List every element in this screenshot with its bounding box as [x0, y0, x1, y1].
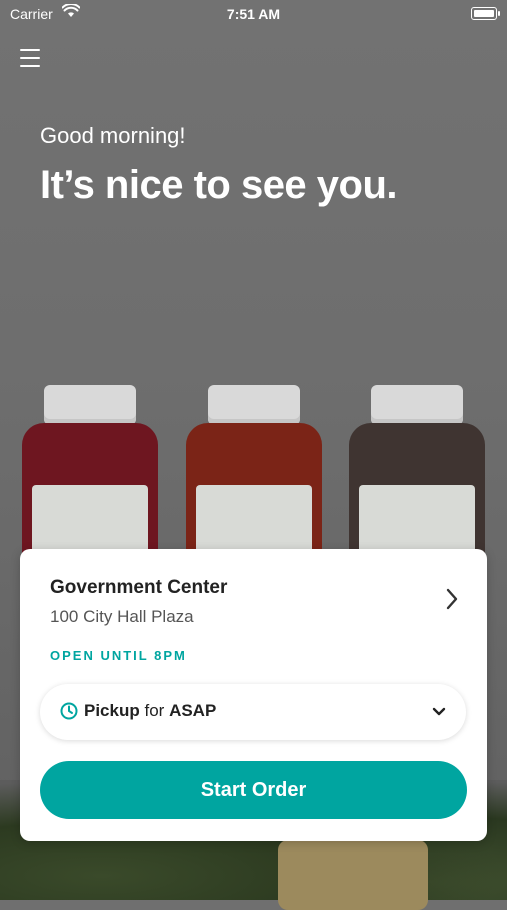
- store-name[interactable]: Government Center: [50, 577, 227, 599]
- pickup-text: Pickup for ASAP: [84, 701, 216, 721]
- store-address: 100 City Hall Plaza: [50, 607, 194, 626]
- pickup-time-selector[interactable]: Pickup for ASAP: [40, 684, 466, 740]
- headline-text: It’s nice to see you.: [40, 163, 398, 207]
- clock-time: 7:51 AM: [226, 6, 281, 22]
- clock-icon: [60, 702, 78, 720]
- chevron-right-icon[interactable]: [445, 587, 459, 611]
- store-hours: OPEN UNTIL 8PM: [50, 648, 187, 663]
- battery-icon: [471, 7, 500, 20]
- greeting-text: Good morning!: [40, 123, 186, 148]
- order-mode: Pickup: [84, 701, 140, 720]
- start-order-button[interactable]: Start Order: [40, 761, 467, 819]
- chevron-down-icon: [432, 707, 446, 716]
- menu-icon[interactable]: [20, 49, 40, 67]
- order-time: ASAP: [169, 701, 217, 720]
- status-bar: Carrier 7:51 AM: [0, 0, 507, 28]
- store-card: Government Center 100 City Hall Plaza OP…: [20, 549, 487, 841]
- order-connector: for: [144, 701, 165, 720]
